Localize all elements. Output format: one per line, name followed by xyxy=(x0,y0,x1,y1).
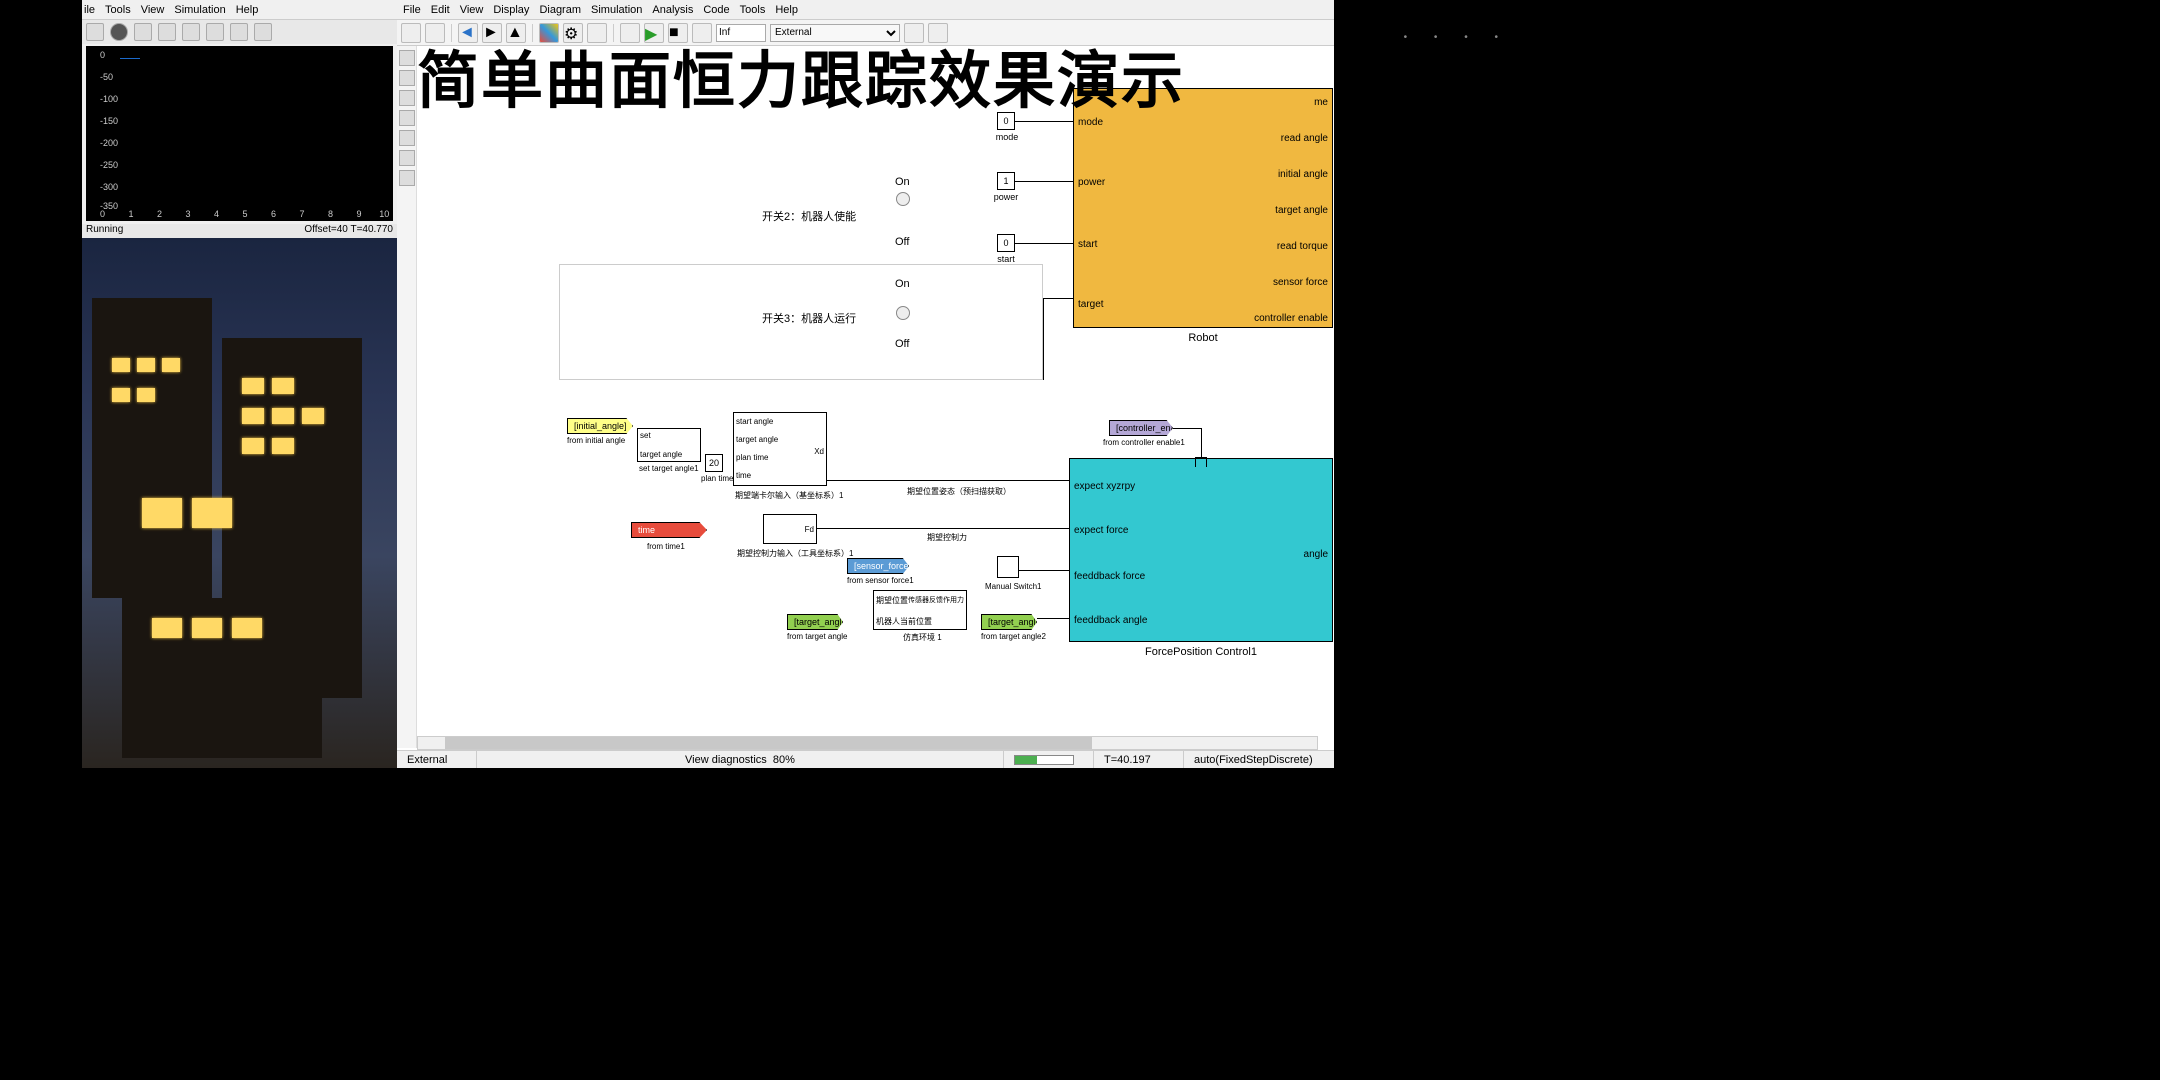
trajectory-block[interactable]: start angle target angle plan time time … xyxy=(733,412,827,486)
robot-label: Robot xyxy=(1073,332,1333,344)
tag-initial-angle-from: from initial angle xyxy=(567,436,625,445)
switch3-on: On xyxy=(895,278,910,290)
sample-icon[interactable] xyxy=(399,130,415,146)
scope-toolbar xyxy=(82,20,397,44)
simulink-menubar[interactable]: File Edit View Display Diagram Simulatio… xyxy=(397,0,1334,20)
palette-toolbar xyxy=(397,46,417,748)
zoom-icon[interactable] xyxy=(399,70,415,86)
menu-diagram[interactable]: Diagram xyxy=(539,4,581,16)
switch2-on: On xyxy=(895,176,910,188)
stop-icon[interactable] xyxy=(134,23,152,41)
tag-ce-from: from controller enable1 xyxy=(1103,438,1185,447)
scope-menubar[interactable]: ile Tools View Simulation Help xyxy=(82,0,397,20)
tag-target-angle2[interactable]: [target_angle] xyxy=(981,614,1037,630)
fpc-label: ForcePosition Control1 xyxy=(1069,646,1333,658)
scope-running-label: Running xyxy=(86,224,123,238)
status-mode: External xyxy=(397,751,477,768)
menu-tools[interactable]: Tools xyxy=(740,4,766,16)
menu-file[interactable]: ile xyxy=(84,4,95,16)
scope-plot: 0 -50 -100 -150 -200 -250 -300 -350 0 1 … xyxy=(86,46,393,221)
manual-switch-label: Manual Switch1 xyxy=(985,582,1041,591)
tag-sensor-force[interactable]: [sensor_force] xyxy=(847,558,909,574)
const-power[interactable]: 1 xyxy=(997,172,1015,190)
switch2-label: 开关2：机器人使能 xyxy=(762,208,856,224)
sim-env-block[interactable]: 期望位置 传感器反馈作用力 机器人当前位置 xyxy=(873,590,967,630)
right-dots: • • • • xyxy=(1404,32,1510,43)
step-icon[interactable] xyxy=(158,23,176,41)
const-plantime-label: plan time xyxy=(701,474,733,483)
fpc-subsystem[interactable]: expect xyzrpy expect force feeddback for… xyxy=(1069,458,1333,642)
record-icon[interactable] xyxy=(110,23,128,41)
status-solver: auto(FixedStepDiscrete) xyxy=(1184,751,1334,768)
menu-view[interactable]: View xyxy=(141,4,165,16)
switch2-off: Off xyxy=(895,236,909,248)
menu-help[interactable]: Help xyxy=(236,4,259,16)
annotate-icon[interactable] xyxy=(399,150,415,166)
expect-force-note: 期望控制力 xyxy=(927,532,967,543)
scope-time-label: Offset=40 T=40.770 xyxy=(304,224,393,238)
menu-code[interactable]: Code xyxy=(703,4,729,16)
model-canvas[interactable]: 开关2：机器人使能 On Off 开关3：机器人运行 On Off 0 mode… xyxy=(417,60,1334,748)
menu-help[interactable]: Help xyxy=(775,4,798,16)
zoom-x-icon[interactable] xyxy=(206,23,224,41)
menu-view[interactable]: View xyxy=(460,4,484,16)
tag-initial-angle[interactable]: [initial_angle] xyxy=(567,418,633,434)
menu-edit[interactable]: Edit xyxy=(431,4,450,16)
horizontal-scrollbar[interactable] xyxy=(417,736,1318,750)
tag-ta2-from: from target angle2 xyxy=(981,632,1046,641)
menu-display[interactable]: Display xyxy=(493,4,529,16)
set-target-label: set target angle1 xyxy=(639,464,699,473)
video-title-overlay: 简单曲面恒力跟踪效果演示 xyxy=(417,30,1185,120)
tag-target-angle[interactable]: [target_angle] xyxy=(787,614,843,630)
status-diagnostics[interactable]: View diagnostics xyxy=(685,754,767,766)
progress-bar xyxy=(1014,755,1074,765)
tag-ta-from: from target angle xyxy=(787,632,847,641)
menu-analysis[interactable]: Analysis xyxy=(652,4,693,16)
fd-block[interactable]: Fd xyxy=(763,514,817,544)
switch3-off: Off xyxy=(895,338,909,350)
menu-simulation[interactable]: Simulation xyxy=(174,4,225,16)
switch3-label: 开关3：机器人运行 xyxy=(762,310,856,326)
set-target-block[interactable]: set target angle xyxy=(637,428,701,462)
const-plantime[interactable]: 20 xyxy=(705,454,723,472)
hide-icon[interactable] xyxy=(399,50,415,66)
zoom-y-icon[interactable] xyxy=(230,23,248,41)
nav-icon[interactable] xyxy=(399,110,415,126)
desktop-wallpaper xyxy=(82,238,397,768)
print-icon[interactable] xyxy=(86,23,104,41)
status-time: T=40.197 xyxy=(1094,751,1184,768)
expect-input-label: 期望端卡尔输入（基坐标系）1 xyxy=(735,490,843,501)
scope-statusbar: Running Offset=40 T=40.770 xyxy=(82,224,397,238)
expect-pos-note: 期望位置姿态（预扫描获取） xyxy=(907,486,1011,497)
simulink-statusbar: External View diagnostics 80% T=40.197 a… xyxy=(397,750,1334,768)
tag-sensor-force-from: from sensor force1 xyxy=(847,576,914,585)
const-start-label: start xyxy=(993,254,1019,264)
expect-force-input-label: 期望控制力输入（工具坐标系）1 xyxy=(737,548,853,559)
menu-tools[interactable]: Tools xyxy=(105,4,131,16)
menu-simulation[interactable]: Simulation xyxy=(591,4,642,16)
sim-env-label: 仿真环境 1 xyxy=(903,632,942,643)
scope-window: ile Tools View Simulation Help 0 -50 -10… xyxy=(82,0,397,238)
switch3-toggle[interactable] xyxy=(895,306,911,330)
tag-controller-enable[interactable]: [controller_enable] xyxy=(1109,420,1173,436)
tag-time[interactable]: time xyxy=(631,522,707,538)
autoscale-icon[interactable] xyxy=(254,23,272,41)
manual-switch[interactable] xyxy=(997,556,1019,578)
robot-subsystem[interactable]: mode power start target me read angle in… xyxy=(1073,88,1333,328)
fit-icon[interactable] xyxy=(399,90,415,106)
menu-file[interactable]: File xyxy=(403,4,421,16)
const-mode-label: mode xyxy=(993,132,1021,142)
status-zoom[interactable]: 80% xyxy=(773,754,795,766)
image-icon[interactable] xyxy=(399,170,415,186)
switch2-toggle[interactable] xyxy=(895,192,911,216)
tag-time-from: from time1 xyxy=(647,542,685,551)
const-power-label: power xyxy=(991,192,1021,202)
const-start[interactable]: 0 xyxy=(997,234,1015,252)
zoom-icon[interactable] xyxy=(182,23,200,41)
